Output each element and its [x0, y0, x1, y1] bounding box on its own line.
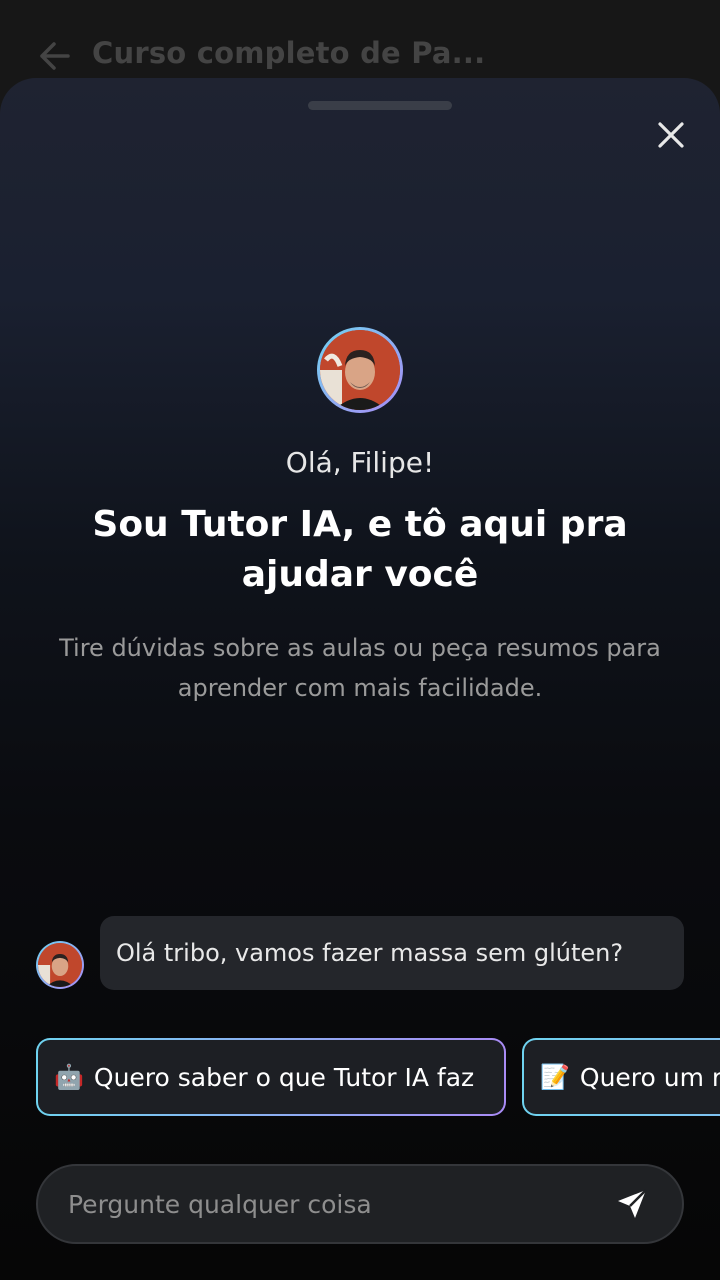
suggestion-chip-summary[interactable]: 📝 Quero um r — [522, 1038, 720, 1116]
message-bubble: Olá tribo, vamos fazer massa sem glúten? — [100, 916, 684, 990]
ask-input[interactable] — [68, 1189, 612, 1219]
suggestion-label: Quero saber o que Tutor IA faz — [93, 1062, 475, 1092]
headline: Sou Tutor IA, e tô aqui pra ajudar você — [92, 504, 628, 595]
greeting-text: Olá, Filipe! — [285, 446, 435, 479]
send-icon[interactable] — [612, 1184, 652, 1224]
close-icon[interactable] — [648, 112, 694, 158]
message-avatar — [36, 941, 84, 989]
subtext: Tire dúvidas sobre as aulas ou peça resu… — [59, 634, 661, 702]
suggestion-chip-what-tutor-does[interactable]: 🤖 Quero saber o que Tutor IA faz — [36, 1038, 506, 1116]
tutor-sheet: Olá, Filipe! Sou Tutor IA, e tô aqui pra… — [0, 78, 720, 1280]
suggestion-label: Quero um r — [579, 1062, 720, 1092]
course-title: Curso completo de Pa... — [92, 36, 486, 70]
tutor-avatar — [317, 327, 403, 413]
ask-input-bar — [36, 1164, 684, 1244]
arrow-left-icon[interactable] — [36, 40, 72, 72]
drag-handle[interactable] — [308, 101, 452, 110]
memo-icon: 📝 — [540, 1063, 570, 1091]
robot-icon: 🤖 — [54, 1063, 84, 1091]
